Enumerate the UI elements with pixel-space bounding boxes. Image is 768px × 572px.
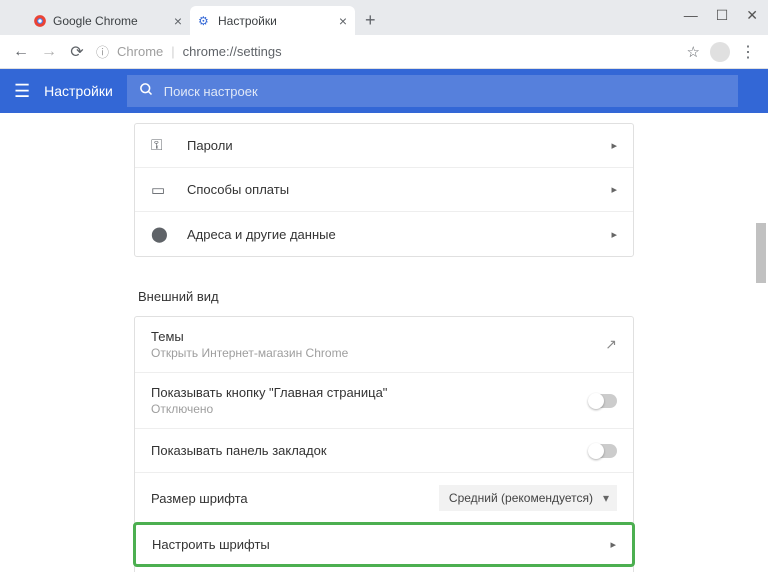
row-label: Размер шрифта: [151, 491, 439, 506]
url-separator: |: [171, 44, 174, 59]
chevron-right-icon: ▸: [611, 139, 617, 152]
scrollbar[interactable]: [754, 113, 768, 572]
close-tab-icon[interactable]: ×: [174, 13, 182, 29]
hamburger-icon[interactable]: ☰: [14, 81, 30, 102]
autofill-card: ⚿ Пароли ▸ ▭ Способы оплаты ▸ ⬤ Адреса и…: [134, 123, 634, 257]
chevron-right-icon: ▸: [611, 228, 617, 241]
chrome-favicon: [33, 14, 47, 28]
addresses-row[interactable]: ⬤ Адреса и другие данные ▸: [135, 212, 633, 256]
close-button[interactable]: ✕: [746, 7, 758, 24]
maximize-button[interactable]: ☐: [716, 7, 729, 24]
chevron-right-icon: ▸: [611, 183, 617, 196]
font-size-row[interactable]: Размер шрифта Средний (рекомендуется): [135, 473, 633, 524]
row-sublabel: Отключено: [151, 402, 589, 416]
settings-header: ☰ Настройки: [0, 69, 768, 113]
tab-google-chrome[interactable]: Google Chrome ×: [25, 6, 190, 35]
search-icon: [139, 82, 154, 101]
bookmark-icon[interactable]: ☆: [687, 43, 700, 61]
settings-favicon: ⚙: [198, 14, 212, 28]
themes-row[interactable]: Темы Открыть Интернет-магазин Chrome ↗: [135, 317, 633, 373]
passwords-row[interactable]: ⚿ Пароли ▸: [135, 124, 633, 168]
home-button-row[interactable]: Показывать кнопку "Главная страница" Отк…: [135, 373, 633, 429]
window-controls: — ☐ ✕: [674, 0, 768, 30]
chevron-right-icon: ▸: [610, 538, 616, 551]
tab-settings[interactable]: ⚙ Настройки ×: [190, 6, 355, 35]
menu-icon[interactable]: ⋮: [740, 42, 756, 62]
row-label: Настроить шрифты: [152, 537, 610, 552]
minimize-button[interactable]: —: [684, 7, 698, 23]
url-field[interactable]: ⓘ Chrome | chrome://settings: [96, 42, 677, 61]
settings-search[interactable]: [127, 75, 738, 107]
forward-button[interactable]: →: [40, 43, 58, 61]
card-icon: ▭: [151, 181, 171, 199]
close-tab-icon[interactable]: ×: [339, 13, 347, 29]
site-info-icon[interactable]: ⓘ: [96, 42, 109, 61]
row-label: Адреса и другие данные: [187, 227, 611, 242]
appearance-card: Темы Открыть Интернет-магазин Chrome ↗ П…: [134, 316, 634, 572]
reload-button[interactable]: ⟳: [68, 42, 86, 62]
tab-bar: Google Chrome × ⚙ Настройки × +: [0, 0, 768, 35]
row-label: Темы: [151, 329, 605, 344]
toggle-off[interactable]: [589, 444, 617, 458]
external-link-icon: ↗: [605, 336, 617, 353]
url-bar: ← → ⟳ ⓘ Chrome | chrome://settings ☆ ⋮: [0, 35, 768, 69]
bookmarks-bar-row[interactable]: Показывать панель закладок: [135, 429, 633, 473]
tab-label: Google Chrome: [53, 14, 138, 28]
customize-fonts-row[interactable]: Настроить шрифты ▸: [133, 522, 635, 567]
row-label: Способы оплаты: [187, 182, 611, 197]
row-label: Пароли: [187, 138, 611, 153]
back-button[interactable]: ←: [12, 43, 30, 61]
payments-row[interactable]: ▭ Способы оплаты ▸: [135, 168, 633, 212]
page-zoom-row[interactable]: Масштабирование страницы 100%: [135, 565, 633, 572]
scrollbar-thumb[interactable]: [756, 223, 766, 283]
row-label: Показывать панель закладок: [151, 443, 589, 458]
row-label: Показывать кнопку "Главная страница": [151, 385, 589, 400]
tab-label: Настройки: [218, 14, 277, 28]
row-sublabel: Открыть Интернет-магазин Chrome: [151, 346, 605, 360]
new-tab-button[interactable]: +: [355, 10, 386, 31]
url-path: chrome://settings: [183, 44, 282, 59]
page-title: Настройки: [44, 83, 113, 99]
profile-avatar[interactable]: [710, 42, 730, 62]
key-icon: ⚿: [151, 137, 171, 154]
url-proto: Chrome: [117, 44, 163, 59]
toggle-off[interactable]: [589, 394, 617, 408]
font-size-select[interactable]: Средний (рекомендуется): [439, 485, 617, 511]
settings-content: ⚿ Пароли ▸ ▭ Способы оплаты ▸ ⬤ Адреса и…: [0, 113, 768, 572]
location-icon: ⬤: [151, 225, 171, 243]
search-input[interactable]: [164, 84, 726, 99]
section-appearance: Внешний вид: [134, 277, 634, 316]
